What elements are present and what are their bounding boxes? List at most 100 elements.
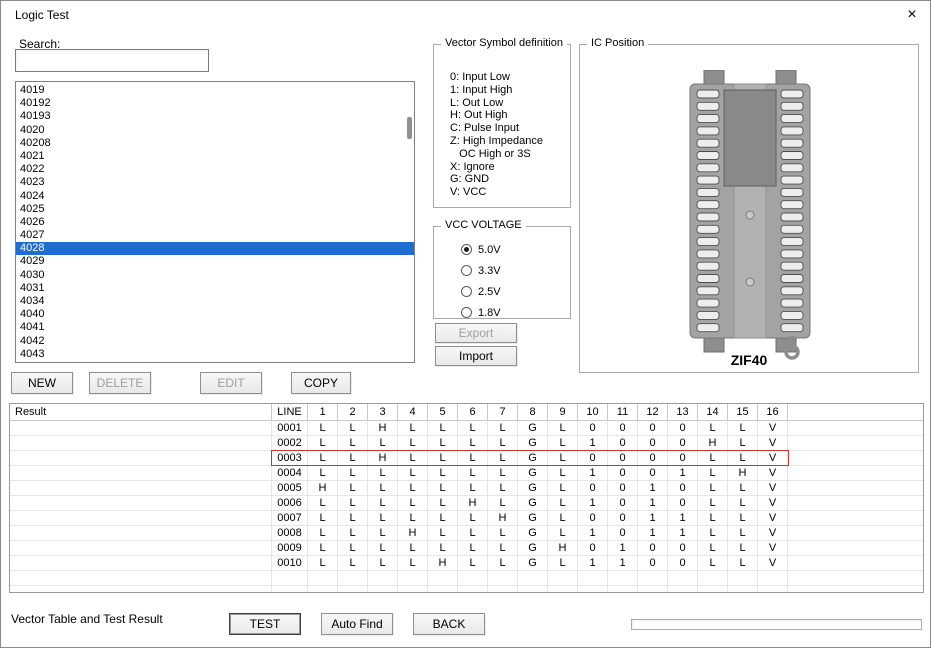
vector-cell: 1 [668,511,698,525]
vector-row[interactable]: 0010LLLLHLLGL1100LLV [10,556,923,571]
vector-row[interactable]: 0004LLLLLLLGL1001LHV [10,466,923,481]
radio-icon [461,286,472,297]
export-button: Export [435,323,517,343]
ic-list-item[interactable]: 4023 [16,176,414,189]
auto-find-button[interactable]: Auto Find [321,613,393,635]
ic-list-item[interactable]: 4027 [16,229,414,242]
pin-column-header: 6 [458,404,488,420]
row-filler [788,436,923,450]
ic-list-item[interactable]: 4044 [16,361,414,363]
vector-cell: L [488,436,518,450]
vector-cell: L [488,481,518,495]
ic-list-item[interactable]: 4024 [16,190,414,203]
symbol-definition-line: 1: Input High [450,84,543,97]
result-cell [10,481,272,495]
vector-cell: 0 [668,556,698,570]
vector-symbol-group: Vector Symbol definition 0: Input Low1: … [433,44,571,208]
vector-cell: L [458,511,488,525]
ic-list[interactable]: 4019401924019340204020840214022402340244… [15,81,415,363]
vector-cell: L [428,466,458,480]
ic-list-item[interactable]: 4043 [16,348,414,361]
ic-list-item[interactable]: 4041 [16,321,414,334]
row-filler [788,481,923,495]
vector-row[interactable]: 0006LLLLLHLGL1010LLV [10,496,923,511]
vector-cell: G [518,436,548,450]
new-button[interactable]: NEW [11,372,73,394]
vector-cell: L [488,466,518,480]
vector-cell: L [728,556,758,570]
vector-cell: L [308,496,338,510]
ic-list-item[interactable]: 4042 [16,335,414,348]
ic-list-item[interactable]: 4040 [16,308,414,321]
vector-row[interactable]: 0007LLLLLLHGL0011LLV [10,511,923,526]
vector-cell: L [368,436,398,450]
vector-cell: L [308,421,338,435]
vcc-option-1.8v[interactable]: 1.8V [461,302,501,323]
ic-list-item[interactable]: 4025 [16,203,414,216]
vector-cell: H [698,436,728,450]
vector-cell: L [428,436,458,450]
vcc-option-2.5v[interactable]: 2.5V [461,281,501,302]
vector-cell: 1 [668,526,698,540]
vector-cell: L [488,526,518,540]
copy-button[interactable]: COPY [291,372,351,394]
ic-list-item[interactable]: 4030 [16,269,414,282]
vector-cell: 0 [608,496,638,510]
result-cell [10,541,272,555]
ic-list-item[interactable]: 4029 [16,255,414,268]
vector-cell: L [698,526,728,540]
vector-cell: L [338,421,368,435]
vcc-options: 5.0V3.3V2.5V1.8V [461,239,501,323]
line-number-cell: 0007 [272,511,308,525]
vector-row[interactable]: 0002LLLLLLLGL1000HLV [10,436,923,451]
result-cell [10,466,272,480]
vector-row[interactable]: 0003LLHLLLLGL0000LLV [10,451,923,466]
ic-list-item[interactable]: 4021 [16,150,414,163]
vector-cell: H [428,556,458,570]
vector-cell: L [458,421,488,435]
line-number-cell: 0005 [272,481,308,495]
vector-cell: 0 [638,451,668,465]
line-number-cell: 0002 [272,436,308,450]
vector-cell: L [338,436,368,450]
ic-list-item[interactable]: 4019 [16,84,414,97]
ic-list-item[interactable]: 4020 [16,124,414,137]
result-table: ResultLINE123456789101112131415160001LLH… [9,403,924,593]
row-filler [788,541,923,555]
vector-cell: L [338,451,368,465]
vector-cell: L [368,541,398,555]
vector-cell: L [458,556,488,570]
search-input[interactable] [15,49,209,72]
result-cell [10,436,272,450]
vector-cell: 1 [578,436,608,450]
vector-cell: H [398,526,428,540]
vector-cell: 1 [578,466,608,480]
list-scrollbar-thumb[interactable] [407,117,412,139]
vector-cell: H [548,541,578,555]
ic-list-item[interactable]: 40193 [16,110,414,123]
vector-cell: L [548,481,578,495]
vector-cell: L [698,556,728,570]
ic-list-item[interactable]: 4034 [16,295,414,308]
vector-row[interactable]: 0005HLLLLLLGL0010LLV [10,481,923,496]
vector-cell: H [308,481,338,495]
line-number-cell: 0001 [272,421,308,435]
vcc-option-5.0v[interactable]: 5.0V [461,239,501,260]
test-button[interactable]: TEST [229,613,301,635]
vector-cell: L [338,541,368,555]
ic-list-item[interactable]: 4022 [16,163,414,176]
ic-list-item[interactable]: 4028 [16,242,414,255]
ic-list-item[interactable]: 4026 [16,216,414,229]
vector-row[interactable]: 0008LLLHLLLGL1011LLV [10,526,923,541]
vcc-option-3.3v[interactable]: 3.3V [461,260,501,281]
ic-list-item[interactable]: 40208 [16,137,414,150]
back-button[interactable]: BACK [413,613,485,635]
import-button[interactable]: Import [435,346,517,366]
vector-cell: L [458,466,488,480]
ic-list-item[interactable]: 40192 [16,97,414,110]
line-number-cell: 0003 [272,451,308,465]
ic-list-item[interactable]: 4031 [16,282,414,295]
vector-row[interactable]: 0001LLHLLLLGL0000LLV [10,421,923,436]
vector-row[interactable]: 0009LLLLLLLGH0100LLV [10,541,923,556]
close-button[interactable]: × [902,5,922,25]
